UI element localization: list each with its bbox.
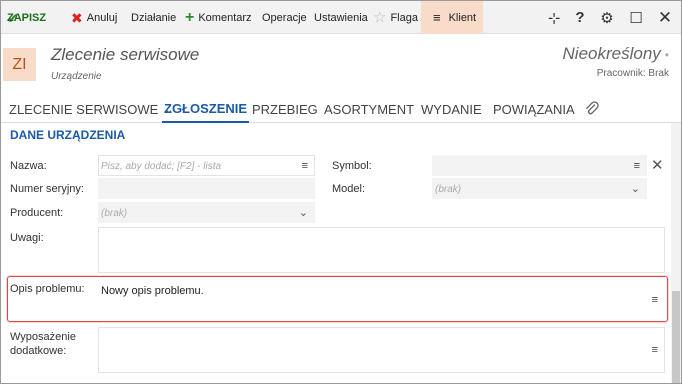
problem-description-textarea[interactable]: Nowy opis problemu. ≡	[98, 279, 665, 319]
paperclip-icon	[586, 101, 599, 115]
gear-icon[interactable]: ⚙	[593, 1, 621, 34]
section-title: DANE URZĄDZENIA	[10, 128, 126, 142]
service-order-window: ✔ ZAPISZ ✖ Anuluj Działanie + Komentarz …	[0, 0, 682, 384]
model-label: Model:	[332, 183, 366, 195]
flag-button[interactable]: ☆ Flaga	[373, 1, 418, 34]
settings-label: Ustawienia	[314, 11, 368, 24]
tab-assortment[interactable]: ASORTYMENT	[324, 95, 414, 123]
actions-button[interactable]: Działanie	[131, 1, 176, 34]
name-input[interactable]: Pisz, aby dodać; [F2] - lista ≡	[98, 155, 315, 176]
list-icon[interactable]: ≡	[652, 344, 658, 356]
chevron-down-icon: ⌄	[630, 183, 640, 195]
tab-report[interactable]: ZGŁOSZENIE	[162, 95, 250, 123]
tab-relations[interactable]: POWIĄZANIA	[493, 95, 575, 123]
attachment-icon[interactable]	[585, 95, 599, 123]
model-placeholder: (brak)	[435, 184, 462, 195]
symbol-input[interactable]: ≡	[432, 155, 647, 176]
tab-label: POWIĄZANIA	[493, 101, 575, 117]
page-title: Zlecenie serwisowe	[51, 45, 200, 64]
plus-icon: +	[185, 8, 195, 26]
maximize-icon[interactable]: ☐	[622, 1, 650, 34]
extra-equipment-textarea[interactable]: ≡	[98, 327, 665, 373]
symbol-label: Symbol:	[332, 160, 372, 172]
cancel-label: Anuluj	[86, 11, 118, 24]
serial-number-input[interactable]	[98, 178, 315, 199]
tab-bar: ZLECENIE SERWISOWE ⌄ ZGŁOSZENIE PRZEBIEG…	[1, 95, 681, 123]
client-label: Klient	[448, 11, 477, 24]
scrollbar-thumb[interactable]	[672, 291, 680, 383]
tab-release[interactable]: WYDANIE	[421, 95, 482, 123]
operations-label: Operacje	[262, 11, 307, 24]
list-icon[interactable]: ≡	[302, 160, 308, 172]
tab-progress[interactable]: PRZEBIEG	[252, 95, 318, 123]
status-indicator[interactable]: Nieokreślony •	[563, 44, 669, 64]
pin-icon[interactable]: ⊹	[540, 1, 568, 34]
assigned-worker[interactable]: Pracownik: Brak	[597, 68, 669, 79]
tab-label: ZLECENIE SERWISOWE	[9, 101, 159, 117]
extra-equipment-label-line2: dodatkowe:	[10, 345, 67, 357]
flag-label: Flaga	[390, 11, 418, 24]
hamburger-icon: ≡	[433, 10, 441, 25]
cancel-button[interactable]: ✖ Anuluj	[71, 1, 117, 34]
toolbar: ✔ ZAPISZ ✖ Anuluj Działanie + Komentarz …	[1, 1, 681, 34]
problem-description-value: Nowy opis problemu.	[101, 285, 204, 297]
list-icon[interactable]: ≡	[634, 160, 640, 172]
producer-select[interactable]: (brak) ⌄	[98, 202, 315, 223]
status-dot-icon: •	[664, 48, 669, 62]
chevron-down-icon: ⌄	[298, 207, 308, 219]
help-icon[interactable]: ?	[566, 1, 594, 34]
producer-label: Producent:	[10, 207, 64, 219]
producer-placeholder: (brak)	[101, 208, 128, 219]
name-placeholder: Pisz, aby dodać; [F2] - lista	[101, 161, 222, 172]
tab-label: PRZEBIEG	[252, 101, 318, 117]
list-icon[interactable]: ≡	[652, 294, 658, 306]
tab-label: ASORTYMENT	[324, 101, 415, 117]
actions-label: Działanie	[131, 11, 177, 24]
x-icon: ✖	[71, 9, 83, 26]
document-header: ZI Zlecenie serwisowe Urządzenie Nieokre…	[1, 34, 681, 92]
comment-label: Komentarz	[198, 11, 252, 24]
model-select[interactable]: (brak) ⌄	[432, 178, 647, 199]
client-button[interactable]: ≡ Klient	[421, 1, 483, 34]
tab-label: WYDANIE	[421, 101, 482, 117]
document-type-badge: ZI	[3, 48, 36, 81]
status-text: Nieokreślony	[562, 44, 661, 63]
tab-service-order[interactable]: ZLECENIE SERWISOWE ⌄	[9, 95, 174, 123]
notes-label: Uwagi:	[10, 232, 44, 244]
save-button[interactable]: ✔ ZAPISZ	[7, 1, 46, 34]
extra-equipment-label-line1: Wyposażenie	[10, 331, 76, 343]
star-icon: ☆	[373, 9, 387, 26]
notes-textarea[interactable]	[98, 227, 665, 273]
comment-button[interactable]: + Komentarz	[185, 1, 252, 34]
vertical-scrollbar[interactable]	[671, 123, 681, 383]
serial-number-label: Numer seryjny:	[10, 183, 84, 195]
clear-icon[interactable]: ✕	[651, 156, 664, 174]
tab-label: ZGŁOSZENIE	[164, 100, 248, 116]
close-icon[interactable]: ✕	[651, 1, 679, 34]
extra-equipment-label: Wyposażenie dodatkowe:	[10, 330, 76, 358]
settings-button[interactable]: Ustawienia	[314, 1, 368, 34]
name-label: Nazwa:	[10, 160, 47, 172]
page-subtitle: Urządzenie	[51, 71, 102, 82]
save-label: ZAPISZ	[7, 11, 47, 24]
problem-description-label: Opis problemu:	[10, 283, 85, 295]
operations-button[interactable]: Operacje	[262, 1, 307, 34]
